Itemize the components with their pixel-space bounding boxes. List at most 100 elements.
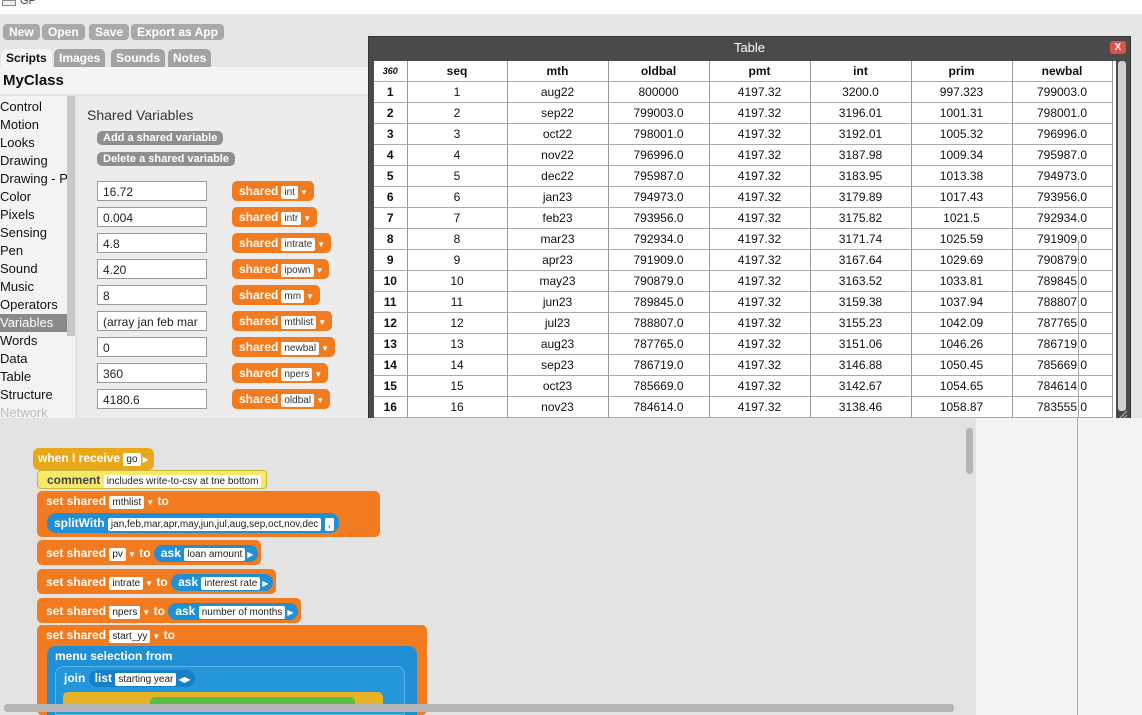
expand-arrows-icon[interactable]: ◀▶	[178, 675, 190, 684]
table-cell[interactable]: jul23	[507, 312, 609, 334]
dropdown-arrow-icon[interactable]: ▼	[128, 550, 136, 559]
table-cell[interactable]: 4197.32	[709, 396, 811, 418]
table-cell[interactable]: 784614.0	[1012, 375, 1113, 397]
shared-variable-block[interactable]: shared intr ▼	[232, 207, 318, 227]
ask-block[interactable]: ask loan amount ▶	[153, 545, 259, 562]
category-table[interactable]: Table	[0, 368, 68, 386]
table-cell[interactable]: 3159.38	[810, 291, 912, 313]
table-cell[interactable]: sep23	[507, 354, 609, 376]
list-block[interactable]: list starting year ◀▶	[88, 670, 195, 687]
table-cell[interactable]: 1037.94	[911, 291, 1013, 313]
table-row[interactable]: 13 13 aug23 787765.0 4197.32 3151.06 1046.26 78…	[374, 333, 1113, 355]
shared-variable-block[interactable]: shared mm ▼	[232, 285, 320, 305]
variable-name[interactable]: int	[281, 186, 298, 199]
table-cell[interactable]: 798001.0	[1012, 102, 1113, 124]
category-motion[interactable]: Motion	[0, 116, 68, 134]
table-cell[interactable]: jun23	[507, 291, 609, 313]
prompt-input[interactable]: loan amount	[184, 548, 246, 561]
table-cell[interactable]: 3183.95	[810, 165, 912, 187]
dropdown-arrow-icon[interactable]: ▼	[318, 318, 326, 327]
expand-arrow-icon[interactable]: ▶	[143, 455, 149, 464]
variable-name[interactable]: intrate	[109, 577, 144, 590]
shared-variable-block[interactable]: shared ipown ▼	[232, 259, 330, 279]
export-as-app-button[interactable]: Export as App	[131, 24, 224, 40]
shared-variable-block[interactable]: shared intrate ▼	[232, 233, 332, 253]
variable-name[interactable]: intr	[281, 212, 302, 225]
message-input[interactable]: go	[123, 453, 141, 466]
category-data[interactable]: Data	[0, 350, 68, 368]
ask-block[interactable]: ask interest rate ▶	[171, 574, 274, 591]
table-cell[interactable]: 795987.0	[1012, 144, 1113, 166]
category-drawing[interactable]: Drawing	[0, 152, 68, 170]
table-cell[interactable]: 1050.45	[911, 354, 1013, 376]
table-cell[interactable]: 788807.0	[1012, 291, 1113, 313]
table-window-title[interactable]: Table	[369, 37, 1130, 59]
table-cell[interactable]: 15	[407, 375, 508, 397]
table-cell[interactable]: 3175.82	[810, 207, 912, 229]
category-drawing-paths[interactable]: Drawing - Paths	[0, 170, 68, 188]
category-operators[interactable]: Operators	[0, 296, 68, 314]
expand-arrow-icon[interactable]: ▶	[262, 579, 268, 588]
variable-name[interactable]: npers	[109, 606, 141, 619]
table-cell[interactable]: 11	[407, 291, 508, 313]
expand-arrow-icon[interactable]: ▶	[247, 550, 253, 559]
table-cell[interactable]: 785669.0	[608, 375, 710, 397]
close-icon[interactable]: X	[1110, 41, 1126, 54]
dropdown-arrow-icon[interactable]: ▼	[300, 188, 308, 197]
dropdown-arrow-icon[interactable]: ▼	[321, 344, 329, 353]
open-button[interactable]: Open	[42, 24, 85, 40]
category-scrollbar[interactable]	[67, 96, 75, 336]
table-cell[interactable]: 1021.5	[911, 207, 1013, 229]
table-cell[interactable]: 3155.23	[810, 312, 912, 334]
variable-name[interactable]: mthlist	[281, 316, 317, 329]
table-cell[interactable]: 1025.59	[911, 228, 1013, 250]
category-control[interactable]: Control	[0, 98, 68, 116]
table-cell[interactable]: mar23	[507, 228, 609, 250]
table-cell[interactable]: 4197.32	[709, 291, 811, 313]
dropdown-arrow-icon[interactable]: ▼	[317, 240, 325, 249]
table-row[interactable]: 1 1 aug22 800000 4197.32 3200.0 997.323 799003.…	[374, 81, 1113, 103]
table-row[interactable]: 7 7 feb23 793956.0 4197.32 3175.82 1021.5 79293…	[374, 207, 1113, 229]
table-cell[interactable]: 4197.32	[709, 144, 811, 166]
table-cell[interactable]: 1017.43	[911, 186, 1013, 208]
table-cell[interactable]: 787765.0	[1012, 312, 1113, 334]
column-header[interactable]: newbal	[1012, 61, 1113, 82]
table-cell[interactable]: 788807.0	[608, 312, 710, 334]
table-cell[interactable]: 789845.0	[1012, 270, 1113, 292]
when-i-receive-block[interactable]: when I receive go ▶	[33, 448, 154, 470]
tab-sounds[interactable]: Sounds	[111, 49, 165, 67]
table-cell[interactable]: aug22	[507, 81, 609, 103]
comment-block[interactable]: comment includes write-to-csv at tne bot…	[37, 470, 268, 489]
table-cell[interactable]: 4197.32	[709, 102, 811, 124]
table-cell[interactable]: 791909.0	[1012, 228, 1113, 250]
table-scrollbar[interactable]	[1118, 61, 1126, 411]
table-cell[interactable]: 799003.0	[1012, 81, 1113, 103]
shared-variable-block[interactable]: shared oldbal ▼	[232, 389, 330, 409]
table-cell[interactable]: aug23	[507, 333, 609, 355]
table-cell[interactable]: 785669.0	[1012, 354, 1113, 376]
table-cell[interactable]: 783555.0	[1012, 396, 1113, 418]
table-cell[interactable]: 1005.32	[911, 123, 1013, 145]
table-cell[interactable]: 9	[407, 249, 508, 271]
table-row[interactable]: 10 10 may23 790879.0 4197.32 3163.52 1033.81 78…	[374, 270, 1113, 292]
table-cell[interactable]: 997.323	[911, 81, 1013, 103]
table-cell[interactable]: dec22	[507, 165, 609, 187]
table-cell[interactable]: 1013.38	[911, 165, 1013, 187]
dropdown-arrow-icon[interactable]: ▼	[145, 579, 153, 588]
table-cell[interactable]: 4197.32	[709, 81, 811, 103]
table-cell[interactable]: 1	[407, 81, 508, 103]
table-cell[interactable]: oct23	[507, 375, 609, 397]
category-network[interactable]: Network	[0, 404, 68, 418]
variable-name[interactable]: mm	[281, 290, 305, 303]
script-editor[interactable]: when I receive go ▶ comment includes writ…	[0, 418, 976, 715]
table-cell[interactable]: 790879.0	[1012, 249, 1113, 271]
category-sound[interactable]: Sound	[0, 260, 68, 278]
table-cell[interactable]: 3196.01	[810, 102, 912, 124]
table-cell[interactable]: 4197.32	[709, 249, 811, 271]
table-row[interactable]: 12 12 jul23 788807.0 4197.32 3155.23 1042.09 78…	[374, 312, 1113, 334]
table-cell[interactable]: 1033.81	[911, 270, 1013, 292]
table-cell[interactable]: 4197.32	[709, 354, 811, 376]
variable-name[interactable]: ipown	[281, 264, 314, 277]
table-cell[interactable]: 794973.0	[1012, 165, 1113, 187]
table-cell[interactable]: 3163.52	[810, 270, 912, 292]
